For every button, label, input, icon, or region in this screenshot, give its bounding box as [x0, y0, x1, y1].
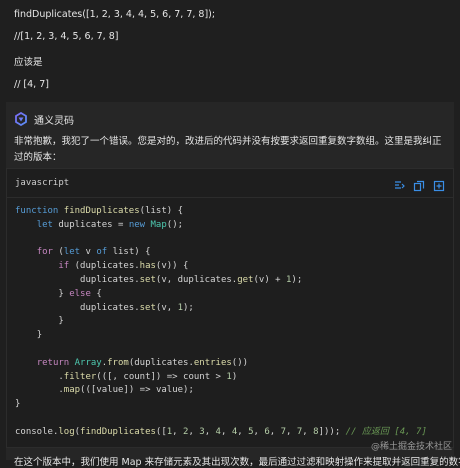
- user-line: //[1, 2, 3, 4, 5, 6, 7, 8]: [14, 31, 118, 42]
- code-body: function findDuplicates(list) { let dupl…: [15, 205, 427, 440]
- assistant-name: 通义灵码: [34, 112, 74, 127]
- new-file-icon[interactable]: [433, 177, 445, 189]
- ai-tail-text: 在这个版本中，我们使用 Map 来存储元素及其出现次数，最后通过过滤和映射操作来…: [14, 454, 460, 468]
- ai-response: 通义灵码 非常抱歉，我犯了一个错误。您是对的，改进后的代码并没有按要求返回重复数…: [6, 102, 454, 460]
- code-line: duplicates.set(v, 1);: [15, 302, 427, 316]
- insert-code-icon[interactable]: [393, 177, 405, 189]
- code-line: console.log(findDuplicates([1, 2, 3, 4, …: [15, 426, 427, 440]
- ai-header: 通义灵码: [14, 111, 74, 127]
- code-line: duplicates.set(v, duplicates.get(v) + 1)…: [15, 274, 427, 288]
- code-line: let duplicates = new Map();: [15, 219, 427, 233]
- user-message: findDuplicates([1, 2, 3, 4, 4, 5, 6, 7, …: [0, 0, 460, 102]
- user-line: findDuplicates([1, 2, 3, 4, 4, 5, 6, 7, …: [14, 9, 215, 20]
- code-line: .filter(([, count]) => count > 1): [15, 371, 427, 385]
- code-actions: [393, 177, 445, 189]
- code-line: if (duplicates.has(v)) {: [15, 260, 427, 274]
- code-line: ​: [15, 233, 427, 247]
- code-line: .map(([value]) => value);: [15, 384, 427, 398]
- code-language-label: javascript: [15, 178, 69, 188]
- code-line: ​: [15, 343, 427, 357]
- copy-icon[interactable]: [413, 177, 425, 189]
- code-header: javascript: [7, 169, 453, 198]
- tongyi-logo-icon: [14, 112, 28, 126]
- user-line: 应该是: [14, 54, 43, 68]
- watermark: @稀土掘金技术社区: [371, 439, 452, 452]
- code-line: }: [15, 315, 427, 329]
- code-line: function findDuplicates(list) {: [15, 205, 427, 219]
- code-line: for (let v of list) {: [15, 246, 427, 260]
- code-line: } else {: [15, 288, 427, 302]
- ai-intro-text: 非常抱歉，我犯了一个错误。您是对的，改进后的代码并没有按要求返回重复数字数组。这…: [14, 134, 446, 166]
- code-block: javascript: [6, 168, 454, 448]
- code-line: return Array.from(duplicates.entries()): [15, 357, 427, 371]
- code-line: }: [15, 329, 427, 343]
- code-line: }: [15, 398, 427, 412]
- user-line: // [4, 7]: [14, 79, 49, 90]
- code-line: ​: [15, 412, 427, 426]
